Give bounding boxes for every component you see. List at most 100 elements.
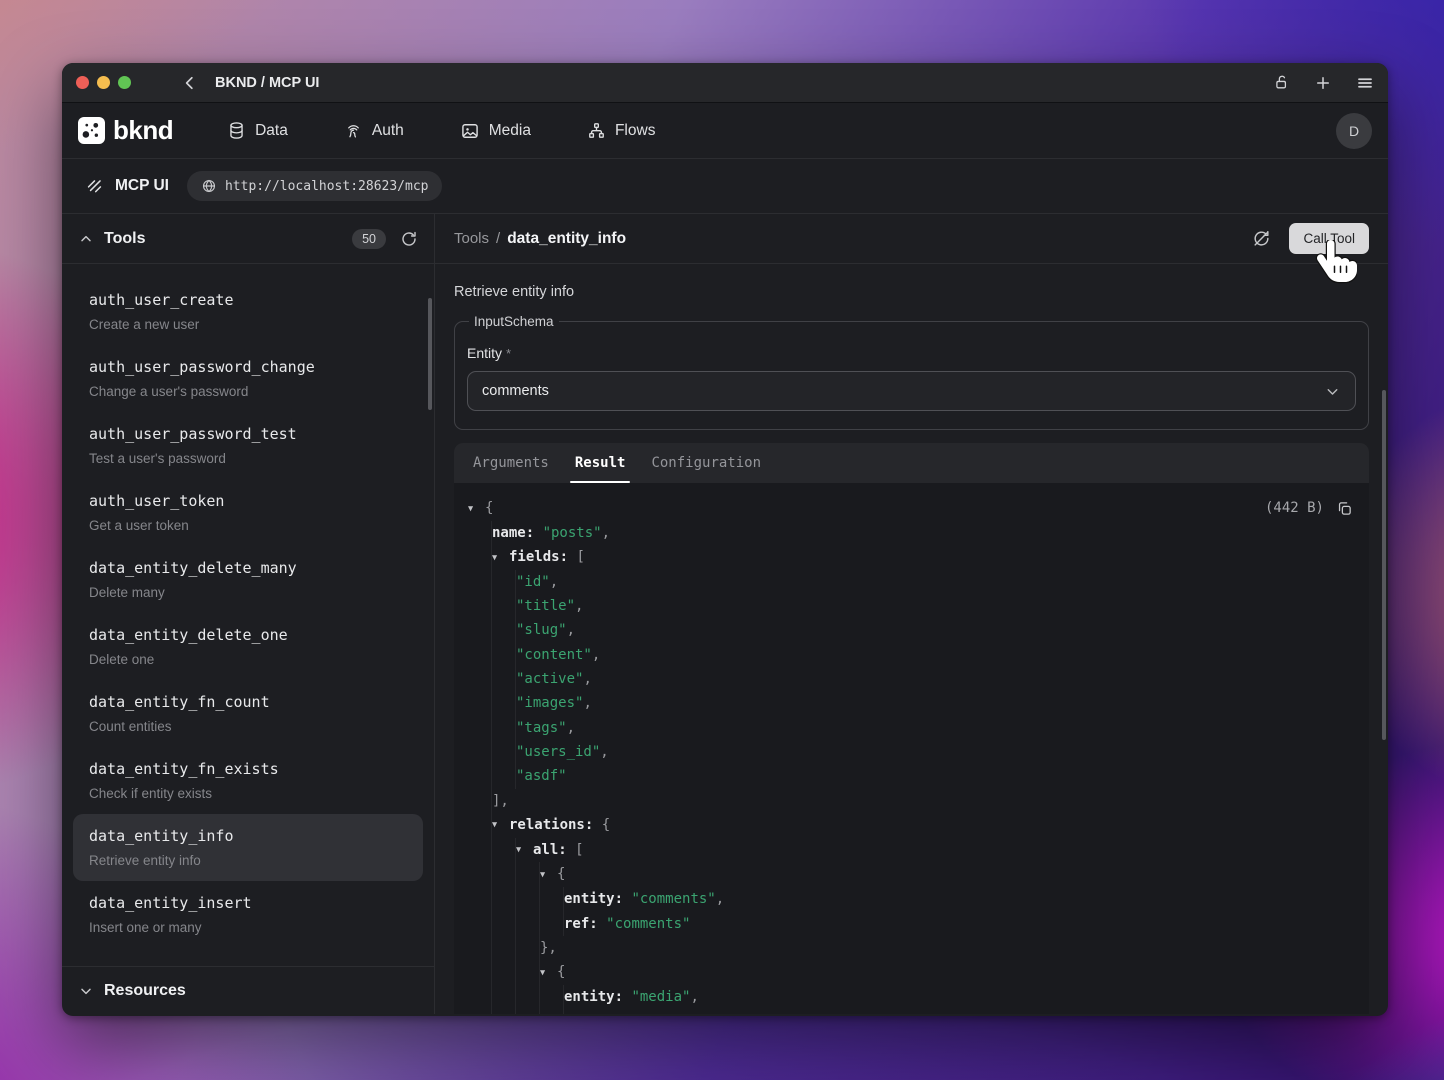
tool-description: Insert one or many — [89, 918, 407, 937]
tools-section-header[interactable]: Tools 50 — [62, 214, 434, 264]
user-avatar[interactable]: D — [1336, 113, 1372, 149]
nav-item-data[interactable]: Data — [227, 121, 288, 140]
mcp-url: http://localhost:28623/mcp — [225, 179, 429, 194]
json-line: "images", — [468, 691, 1353, 715]
entity-selected-value: comments — [482, 383, 549, 399]
tool-description: Count entities — [89, 717, 407, 736]
json-line: { — [468, 862, 1353, 887]
tool-description: Retrieve entity info — [89, 851, 407, 870]
chevron-down-icon[interactable] — [78, 983, 94, 999]
tool-list-item[interactable]: data_entity_info Retrieve entity info — [73, 814, 423, 881]
back-button[interactable] — [181, 74, 199, 92]
json-result-view: (442 B) { name: "posts", — [454, 483, 1369, 1014]
zoom-window-button[interactable] — [118, 76, 131, 89]
json-line-tokens: all: [ — [533, 842, 584, 858]
header-actions: Call Tool — [1252, 223, 1369, 254]
expander-icon[interactable] — [492, 813, 509, 837]
tool-list-item[interactable]: auth_user_password_change Change a user'… — [73, 345, 423, 412]
close-window-button[interactable] — [76, 76, 89, 89]
auto-refresh-off-icon[interactable] — [1252, 229, 1271, 248]
expander-icon[interactable] — [540, 961, 557, 985]
nav-item-auth[interactable]: Auth — [344, 121, 404, 140]
chevron-up-icon[interactable] — [78, 231, 94, 247]
json-line: { — [468, 496, 1353, 521]
required-marker: * — [506, 346, 511, 361]
json-line: entity: "media", — [468, 985, 1353, 1009]
tool-name: data_entity_delete_many — [89, 557, 407, 580]
tool-list-item[interactable]: data_entity_delete_one Delete one — [73, 613, 423, 680]
json-line-tokens: ref: "comments" — [564, 916, 690, 932]
json-line-tokens: "images", — [516, 695, 592, 711]
minimize-window-button[interactable] — [97, 76, 110, 89]
expander-icon[interactable] — [516, 838, 533, 862]
breadcrumb-tools-link[interactable]: Tools — [454, 230, 489, 247]
main-scrollbar-thumb[interactable] — [1382, 390, 1386, 740]
mcp-url-pill[interactable]: http://localhost:28623/mcp — [187, 171, 443, 201]
json-line: all: [ — [468, 838, 1353, 863]
expander-icon[interactable] — [468, 497, 485, 521]
sidebar-scrollbar-thumb[interactable] — [428, 298, 432, 410]
tool-list: auth_user_create Create a new user auth_… — [62, 264, 434, 966]
input-schema-fieldset: InputSchema Entity* comments — [454, 314, 1369, 430]
flow-icon — [587, 121, 606, 140]
json-line: "tags", — [468, 716, 1353, 740]
json-line: ], — [468, 789, 1353, 813]
expander-icon[interactable] — [540, 863, 557, 887]
json-line-tokens: "users_id", — [516, 744, 609, 760]
titlebar: BKND / MCP UI — [62, 63, 1388, 103]
main-panel: Tools / data_entity_info Call Tool Retri… — [435, 214, 1388, 1014]
tab-bar: Arguments Result Configuration — [454, 443, 1369, 483]
breadcrumb-current-tool: data_entity_info — [507, 230, 626, 248]
lock-open-icon[interactable] — [1273, 74, 1290, 91]
content-area: Tools 50 auth_user_create Create a new u… — [62, 214, 1388, 1014]
tool-list-item[interactable]: data_entity_fn_count Count entities — [73, 680, 423, 747]
chevron-down-icon — [1324, 383, 1341, 400]
tool-name: data_entity_info — [89, 825, 407, 848]
json-line: "active", — [468, 667, 1353, 691]
json-line: { — [468, 960, 1353, 985]
copy-icon[interactable] — [1336, 500, 1353, 517]
tool-list-item[interactable]: auth_user_create Create a new user — [73, 278, 423, 345]
tool-list-item[interactable]: data_entity_fn_exists Check if entity ex… — [73, 747, 423, 814]
tool-list-item[interactable]: data_entity_delete_many Delete many — [73, 546, 423, 613]
json-line: "content", — [468, 643, 1353, 667]
nav-item-flows[interactable]: Flows — [587, 121, 655, 140]
tool-description: Check if entity exists — [89, 784, 407, 803]
entity-select[interactable]: comments — [467, 371, 1356, 411]
tool-name: auth_user_password_test — [89, 423, 407, 446]
expander-icon[interactable] — [492, 546, 509, 570]
tools-count-badge: 50 — [352, 229, 386, 249]
refresh-tools-icon[interactable] — [400, 230, 418, 248]
result-meta: (442 B) — [1265, 496, 1353, 520]
tool-list-item[interactable]: auth_user_token Get a user token — [73, 479, 423, 546]
bknd-logo-icon — [78, 117, 105, 144]
image-icon — [460, 121, 480, 141]
json-line: fields: [ — [468, 545, 1353, 570]
tool-list-item[interactable]: auth_user_password_test Test a user's pa… — [73, 412, 423, 479]
new-tab-plus-icon[interactable] — [1314, 74, 1332, 92]
json-line-tokens: name: "posts", — [492, 525, 610, 541]
bknd-logo[interactable]: bknd — [78, 115, 173, 146]
json-line-tokens: "id", — [516, 574, 558, 590]
tool-list-item[interactable]: data_entity_insert Insert one or many — [73, 881, 423, 948]
call-tool-button[interactable]: Call Tool — [1289, 223, 1369, 254]
desktop-wallpaper: { "titlebar": { "title": "BKND / MCP UI"… — [0, 0, 1444, 1080]
json-line-tokens: "active", — [516, 671, 592, 687]
resources-section-header[interactable]: Resources — [62, 966, 434, 1014]
stack-icon — [85, 177, 104, 196]
json-line-tokens: entity: "comments", — [564, 891, 724, 907]
json-line: ref: "comments" — [468, 912, 1353, 936]
json-line: "title", — [468, 594, 1353, 618]
database-icon — [227, 121, 246, 140]
tab[interactable]: Configuration — [638, 443, 774, 483]
nav-item-media[interactable]: Media — [460, 121, 531, 141]
tab[interactable]: Arguments — [460, 443, 562, 483]
resources-section-title: Resources — [104, 982, 186, 1000]
json-line: "slug", — [468, 618, 1353, 642]
json-line-tokens: "slug", — [516, 622, 575, 638]
tool-name: data_entity_insert — [89, 892, 407, 915]
menu-hamburger-icon[interactable] — [1356, 74, 1374, 92]
tab[interactable]: Result — [562, 443, 639, 483]
tool-description: Get a user token — [89, 516, 407, 535]
breadcrumb-separator: / — [496, 230, 500, 247]
